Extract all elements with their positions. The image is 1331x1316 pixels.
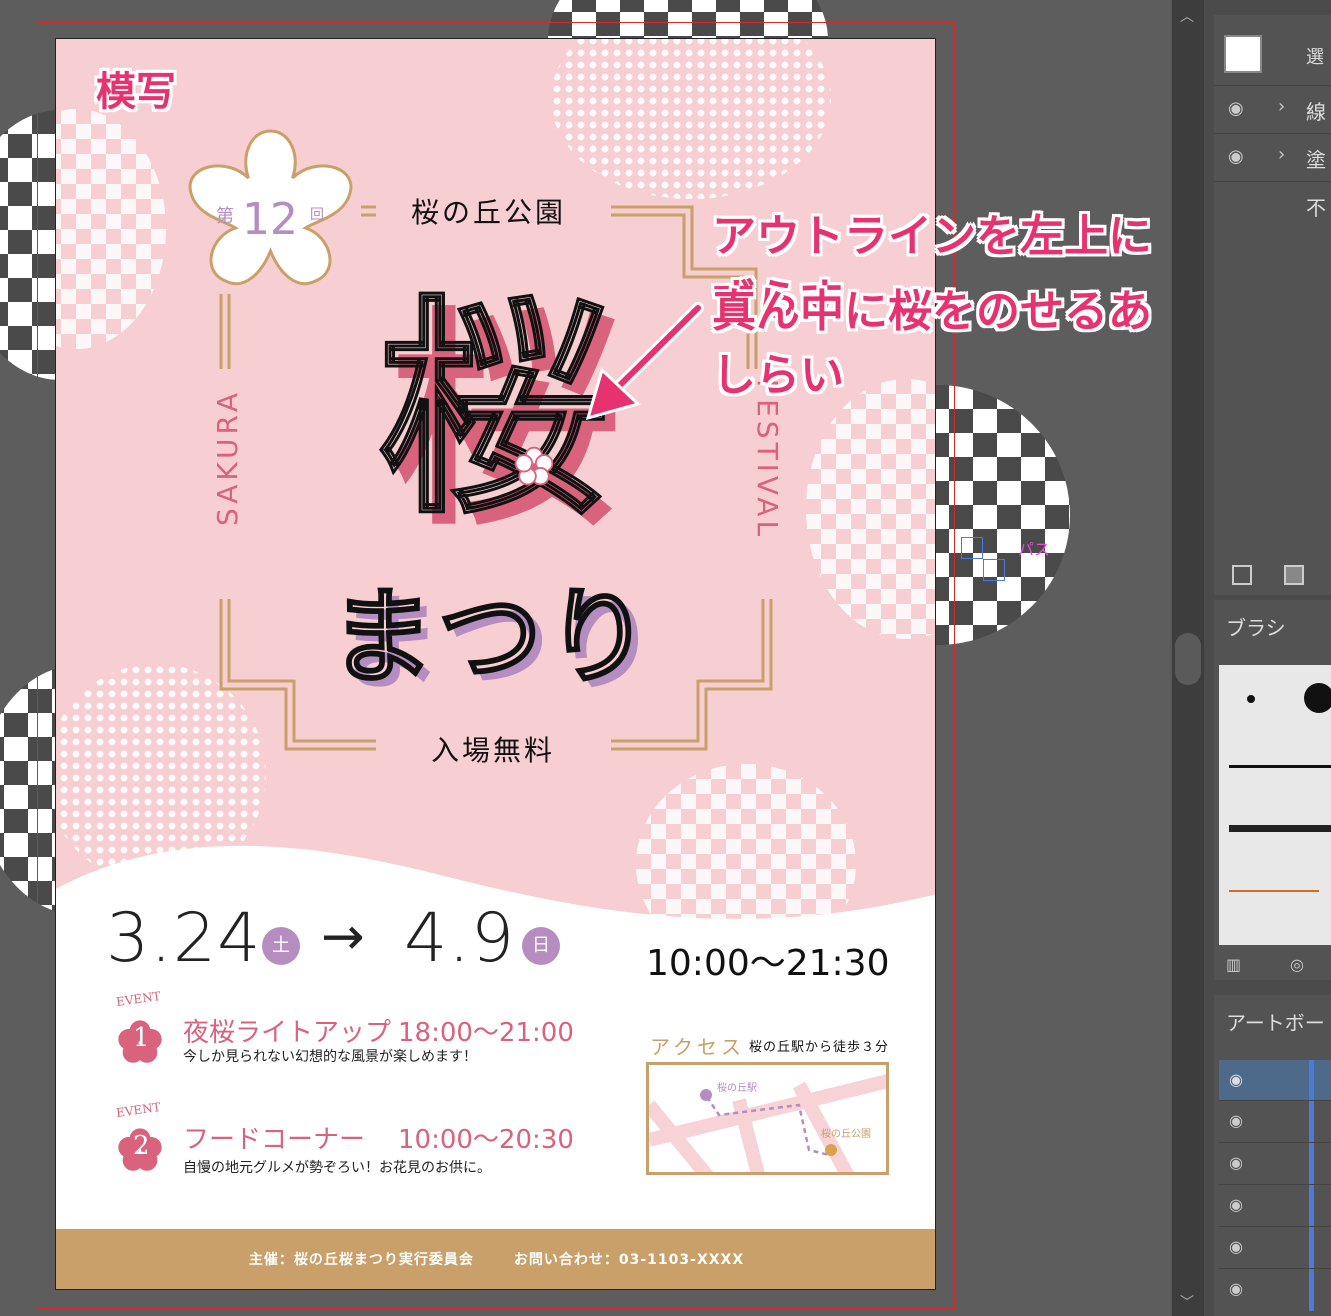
- chevron-right-icon[interactable]: ›: [1278, 144, 1285, 165]
- brush-dot-small[interactable]: [1247, 695, 1255, 703]
- row-label: 線: [1306, 100, 1326, 124]
- scroll-up-icon[interactable]: ︿: [1180, 6, 1194, 26]
- cc-library-icon[interactable]: ◎: [1290, 955, 1304, 974]
- vertical-scrollbar[interactable]: ︿ ﹀: [1172, 0, 1204, 1316]
- new-fill-icon[interactable]: [1284, 565, 1304, 585]
- artboard-row-selected[interactable]: ◉: [1219, 1060, 1331, 1100]
- artboard-row[interactable]: ◉: [1219, 1226, 1331, 1269]
- event-1-desc: 今しか見られない幻想的な風景が楽しめます！: [183, 1049, 477, 1065]
- eye-icon[interactable]: ◉: [1228, 146, 1244, 167]
- vertical-text-right: FESTIVAL: [751, 379, 784, 541]
- path-anchor-box[interactable]: [961, 537, 983, 559]
- hours-text: 10:00〜21:30: [646, 943, 890, 984]
- access-map[interactable]: 桜の丘駅 桜の丘公園: [646, 1062, 889, 1175]
- event-2-desc: 自慢の地元グルメが勢ぞろい！お花見のお供に。: [183, 1160, 491, 1176]
- layer-color-bar: [1309, 1269, 1314, 1311]
- event-2-number: 2: [133, 1131, 150, 1161]
- scroll-thumb[interactable]: [1175, 633, 1201, 685]
- eye-icon[interactable]: ◉: [1229, 1195, 1243, 1214]
- footer-contact: お問い合わせ：03-1103-XXXX: [513, 1252, 745, 1268]
- artboard-row[interactable]: ◉: [1219, 1184, 1331, 1227]
- row-label: 塗: [1306, 148, 1326, 172]
- chevron-right-icon[interactable]: ›: [1278, 96, 1285, 117]
- date-end: 4.9: [404, 899, 516, 978]
- edition-prefix: 第: [216, 206, 234, 227]
- layer-color-bar: [1309, 1185, 1314, 1227]
- event-1-time: 18:00〜21:00: [398, 1018, 574, 1048]
- appearance-row-stroke[interactable]: ◉ › 線: [1214, 85, 1331, 134]
- event-1-title: 夜桜ライトアップ: [183, 1018, 392, 1048]
- eye-icon[interactable]: ◉: [1229, 1279, 1243, 1298]
- date-start: 3.24: [106, 899, 262, 978]
- artboard-row[interactable]: ◉: [1219, 1142, 1331, 1185]
- appearance-row-opacity[interactable]: 不: [1214, 181, 1331, 230]
- map-park-label: 桜の丘公園: [821, 1129, 871, 1140]
- brush-list[interactable]: [1219, 665, 1331, 945]
- event-2-time: 10:00〜20:30: [398, 1125, 574, 1155]
- annotation-arrow: [585, 302, 704, 421]
- fill-swatch-icon[interactable]: [1224, 35, 1262, 73]
- brushes-panel: ブラシ ▥ ◎: [1214, 600, 1331, 980]
- edition-number: 12: [242, 194, 298, 245]
- map-roads: [649, 1074, 886, 1172]
- small-sakura-icon: [514, 446, 554, 486]
- event-1-number: 1: [133, 1023, 150, 1053]
- artboard-row[interactable]: ◉: [1219, 1100, 1331, 1143]
- date-arrow: →: [321, 907, 365, 967]
- tab-artboards[interactable]: アートボー: [1226, 1007, 1325, 1036]
- brush-line[interactable]: [1229, 765, 1331, 768]
- appearance-row-fill[interactable]: ◉ › 塗: [1214, 133, 1331, 182]
- layer-color-bar: [1309, 1227, 1314, 1269]
- layer-color-bar: [1309, 1101, 1314, 1143]
- right-panel: 選 ◉ › 線 ◉ › 塗 不 ブラシ ▥ ◎ アートボー ◉ ◉ ◉ ◉ ◉ …: [1204, 0, 1331, 1316]
- artboard-row[interactable]: ◉: [1219, 1268, 1331, 1311]
- admission-text: 入場無料: [431, 734, 556, 767]
- day-start-badge: 土: [262, 927, 300, 965]
- brush-charcoal[interactable]: [1229, 825, 1331, 832]
- row-label: 不: [1306, 196, 1326, 220]
- poster-footer: 主催：桜の丘桜まつり実行委員会 お問い合わせ：03-1103-XXXX: [56, 1229, 935, 1289]
- map-station-label: 桜の丘駅: [717, 1083, 757, 1094]
- access-text: 桜の丘駅から徒歩３分: [749, 1040, 890, 1055]
- eye-icon[interactable]: ◉: [1229, 1153, 1243, 1172]
- tab-brushes[interactable]: ブラシ: [1226, 612, 1286, 641]
- footer-host: 主催：桜の丘桜まつり実行委員会: [248, 1252, 474, 1268]
- eye-icon[interactable]: ◉: [1229, 1111, 1243, 1130]
- scroll-down-icon[interactable]: ﹀: [1180, 1292, 1194, 1312]
- access-label: アクセス: [650, 1035, 745, 1059]
- edition-suffix: 回: [310, 207, 324, 223]
- path-hint-label: パス: [1018, 540, 1051, 559]
- brush-library-icon[interactable]: ▥: [1226, 955, 1241, 974]
- panel-header-label: 選: [1306, 47, 1324, 68]
- brush-dot-large[interactable]: [1304, 683, 1331, 713]
- venue-title: 桜の丘公園: [411, 196, 567, 229]
- layer-color-bar: [1309, 1143, 1314, 1185]
- brush-arrow[interactable]: [1229, 890, 1319, 892]
- event-2-title: フードコーナー: [183, 1125, 366, 1155]
- canvas[interactable]: 模写 第 12 回 桜の丘公園 SAKURA FESTIVAL 桜 桜 まつり …: [0, 0, 1170, 1316]
- day-end-badge: 日: [522, 927, 560, 965]
- eye-icon[interactable]: ◉: [1229, 1237, 1243, 1256]
- path-anchor-box-2[interactable]: [983, 559, 1005, 581]
- vertical-text-left: SAKURA: [211, 389, 244, 527]
- appearance-panel: 選 ◉ › 線 ◉ › 塗 不: [1214, 15, 1331, 595]
- eye-icon[interactable]: ◉: [1229, 1070, 1243, 1089]
- new-stroke-icon[interactable]: [1232, 565, 1252, 585]
- annotation-line-2: 真ん中に桜をのせるあしらい: [712, 286, 1152, 401]
- layer-color-bar: [1309, 1060, 1314, 1100]
- main-kana: まつり: [329, 575, 655, 700]
- artboards-panel: アートボー ◉ ◉ ◉ ◉ ◉ ◉: [1214, 995, 1331, 1316]
- eye-icon[interactable]: ◉: [1228, 98, 1244, 119]
